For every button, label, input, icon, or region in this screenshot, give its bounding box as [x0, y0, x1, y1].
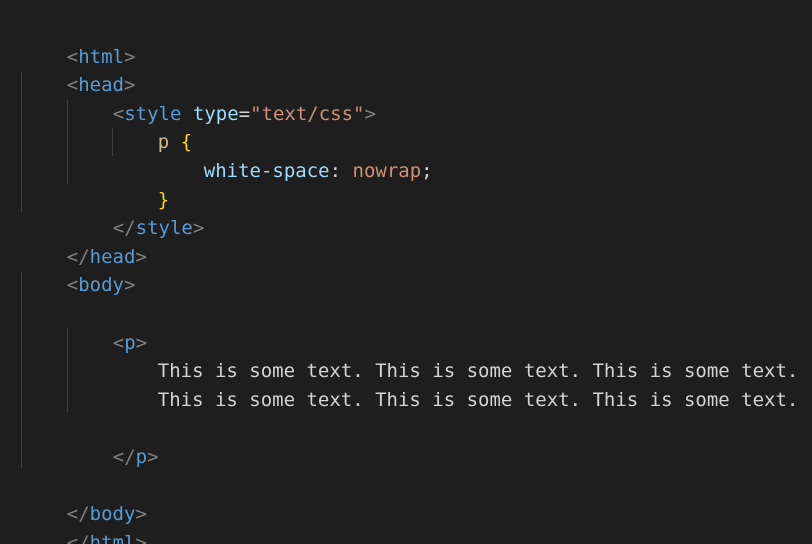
code-line[interactable]: <p> — [67, 300, 147, 354]
code-line[interactable]: <body> — [21, 243, 136, 296]
code-line[interactable]: white-space: nowrap; — [158, 128, 433, 182]
punct-close: > — [123, 274, 136, 297]
code-editor[interactable]: <html> <head> <style type="text/css"> p … — [0, 0, 812, 544]
punct-close: > — [147, 445, 159, 468]
tag-name: html — [89, 531, 136, 544]
punct-close: > — [192, 217, 205, 240]
punct-close: > — [364, 102, 376, 125]
punct-open: </ — [66, 531, 90, 544]
code-line[interactable]: </body> — [21, 472, 147, 525]
code-line[interactable]: This is some text. This is some text. Th… — [112, 357, 799, 411]
punct-close: > — [135, 245, 147, 268]
code-line[interactable]: </style> — [67, 186, 205, 239]
code-line[interactable]: p { — [112, 100, 192, 153]
punct-open: </ — [112, 445, 136, 468]
tag-name: body — [78, 274, 124, 297]
code-line[interactable]: </html> — [21, 500, 147, 544]
attr-name: type — [192, 102, 239, 125]
semicolon: ; — [421, 159, 433, 182]
code-line[interactable]: <html> — [21, 14, 136, 68]
punct-open: < — [66, 274, 79, 297]
code-line[interactable]: <head> — [21, 43, 136, 96]
punct-close: > — [135, 531, 147, 544]
code-line[interactable]: } — [112, 157, 169, 211]
attr-value: "text/css" — [250, 102, 365, 125]
colon: : — [329, 159, 353, 182]
code-line[interactable]: <style type="text/css"> — [67, 71, 376, 125]
tag-name: p — [135, 445, 148, 468]
text-content: This is some text. This is some text. Th… — [157, 388, 799, 411]
css-value: nowrap — [352, 159, 422, 182]
code-line[interactable]: </p> — [67, 414, 159, 468]
css-property: white-space — [203, 159, 330, 182]
equals-sign: = — [238, 102, 251, 125]
code-line[interactable]: This is some text. This is some text. Th… — [112, 329, 799, 382]
code-line[interactable]: </head> — [21, 214, 147, 268]
